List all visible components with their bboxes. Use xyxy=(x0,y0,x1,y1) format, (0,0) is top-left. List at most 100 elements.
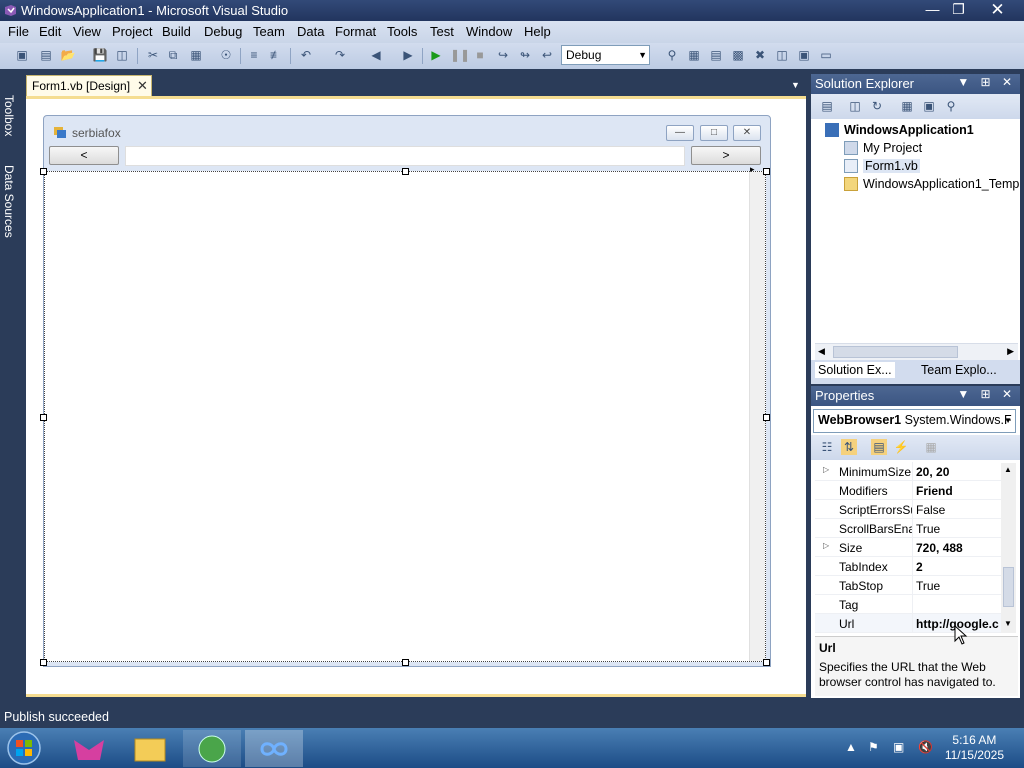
tree-item-project[interactable]: WindowsApplication1 xyxy=(844,123,974,137)
uncomment-icon[interactable]: ≢ xyxy=(268,47,284,63)
property-row[interactable]: ▷ Size 720, 488 xyxy=(815,538,1001,557)
resize-handle[interactable] xyxy=(763,414,770,421)
flag-icon[interactable]: ⚑ xyxy=(868,740,879,754)
properties-icon[interactable]: ▤ xyxy=(708,47,724,63)
object-selector-dropdown[interactable]: WebBrowser1 System.Windows.F ▼ xyxy=(813,409,1016,433)
menu-test[interactable]: Test xyxy=(430,24,454,39)
start-button[interactable] xyxy=(4,730,48,766)
paste-icon[interactable]: ▦ xyxy=(188,47,204,63)
forward-button[interactable]: > xyxy=(691,146,761,165)
navigate-back-icon[interactable]: ◀ xyxy=(368,47,384,63)
property-pages-icon[interactable]: ▦ xyxy=(923,439,939,455)
categorized-icon[interactable]: ☷ xyxy=(819,439,835,455)
tree-item-form1[interactable]: Form1.vb xyxy=(863,159,920,173)
class-diagram-icon[interactable]: ⚲ xyxy=(943,98,959,114)
save-icon[interactable]: 💾 xyxy=(92,47,108,63)
clock[interactable]: 5:16 AM 11/15/2025 xyxy=(945,733,1004,763)
taskbar-app-1[interactable] xyxy=(60,730,118,767)
property-value[interactable]: 2 xyxy=(916,560,1000,574)
resize-handle[interactable] xyxy=(402,659,409,666)
taskbar-app-explorer[interactable] xyxy=(121,730,179,767)
find-in-files-icon[interactable]: ⚲ xyxy=(664,47,680,63)
menu-view[interactable]: View xyxy=(73,24,101,39)
tab-form1-design[interactable]: Form1.vb [Design] ✕ xyxy=(26,75,152,96)
close-button[interactable]: ✕ xyxy=(985,0,1010,19)
class-view-icon[interactable]: ◫ xyxy=(774,47,790,63)
property-value[interactable]: True xyxy=(916,579,1000,593)
refresh-icon[interactable]: ↻ xyxy=(869,98,885,114)
solution-explorer-horizontal-scrollbar[interactable]: ◀ ▶ xyxy=(815,343,1018,360)
show-all-files-icon[interactable]: ◫ xyxy=(847,98,863,114)
start-page-icon[interactable]: ▣ xyxy=(796,47,812,63)
smart-tag-icon[interactable]: ▸ xyxy=(750,164,755,175)
property-row[interactable]: ScrollBarsEnal True xyxy=(815,519,1001,538)
view-designer-icon[interactable]: ▣ xyxy=(921,98,937,114)
volume-muted-icon[interactable]: 🔇 xyxy=(918,740,933,754)
menu-data[interactable]: Data xyxy=(297,24,324,39)
step-over-icon[interactable]: ↬ xyxy=(517,47,533,63)
alphabetical-icon[interactable]: ⇅ xyxy=(841,439,857,455)
menu-edit[interactable]: Edit xyxy=(39,24,61,39)
taskbar-app-browser[interactable] xyxy=(183,730,241,767)
step-out-icon[interactable]: ↩ xyxy=(539,47,555,63)
navigate-forward-icon[interactable]: ▶ xyxy=(400,47,416,63)
pane-buttons[interactable]: ▼ ⊞ ✕ xyxy=(957,387,1016,401)
property-row[interactable]: Tag xyxy=(815,595,1001,614)
undo-icon[interactable]: ↶ xyxy=(298,47,314,63)
property-row-selected[interactable]: Url http://google.c xyxy=(815,614,1001,633)
tree-item-my-project[interactable]: My Project xyxy=(863,141,922,155)
back-button[interactable]: < xyxy=(49,146,119,165)
url-textbox[interactable] xyxy=(125,146,685,166)
property-value[interactable]: False xyxy=(916,503,1000,517)
resize-handle[interactable] xyxy=(402,168,409,175)
start-debugging-icon[interactable]: ▶ xyxy=(428,47,444,63)
scrollbar-thumb[interactable] xyxy=(833,346,958,358)
property-row[interactable]: ▷ MinimumSize 20, 20 xyxy=(815,462,1001,481)
menu-format[interactable]: Format xyxy=(335,24,376,39)
menu-tools[interactable]: Tools xyxy=(387,24,417,39)
minimize-button[interactable]: — xyxy=(920,0,945,19)
object-browser-icon[interactable]: ▩ xyxy=(730,47,746,63)
pane-buttons[interactable]: ▼ ⊞ ✕ xyxy=(957,75,1016,89)
scroll-down-icon[interactable]: ▼ xyxy=(1004,619,1012,628)
property-row[interactable]: TabIndex 2 xyxy=(815,557,1001,576)
webbrowser-control[interactable] xyxy=(44,171,766,662)
resize-handle[interactable] xyxy=(40,659,47,666)
properties-vertical-scrollbar[interactable]: ▲ ▼ xyxy=(1001,463,1016,633)
redo-icon[interactable]: ↷ xyxy=(332,47,348,63)
property-value[interactable]: True xyxy=(916,522,1000,536)
save-all-icon[interactable]: ◫ xyxy=(114,47,130,63)
resize-handle[interactable] xyxy=(763,659,770,666)
scroll-up-icon[interactable]: ▲ xyxy=(1004,465,1012,474)
document-list-dropdown-icon[interactable]: ▼ xyxy=(791,80,800,90)
expand-icon[interactable]: ▷ xyxy=(823,541,829,550)
taskbar-app-visual-studio[interactable] xyxy=(245,730,303,767)
menu-help[interactable]: Help xyxy=(524,24,551,39)
properties-icon[interactable]: ▤ xyxy=(819,98,835,114)
step-into-icon[interactable]: ↪ xyxy=(495,47,511,63)
cut-icon[interactable]: ✂ xyxy=(145,47,161,63)
find-icon[interactable]: ☉ xyxy=(218,47,234,63)
data-sources-tab[interactable]: Data Sources xyxy=(2,165,16,238)
property-row[interactable]: Modifiers Friend xyxy=(815,481,1001,500)
solution-configuration-dropdown[interactable]: Debug ▼ xyxy=(561,45,650,65)
network-icon[interactable]: ▣ xyxy=(893,740,904,754)
pause-icon[interactable]: ❚❚ xyxy=(450,47,470,63)
toolbox-tab[interactable]: Toolbox xyxy=(2,95,16,136)
menu-file[interactable]: File xyxy=(8,24,29,39)
show-hidden-icons-icon[interactable]: ▲ xyxy=(845,740,857,754)
resize-handle[interactable] xyxy=(40,414,47,421)
menu-build[interactable]: Build xyxy=(162,24,191,39)
copy-icon[interactable]: ⧉ xyxy=(165,47,181,63)
property-value[interactable]: Friend xyxy=(916,484,1000,498)
menu-debug[interactable]: Debug xyxy=(204,24,242,39)
close-tab-icon[interactable]: ✕ xyxy=(137,78,148,94)
properties-view-icon[interactable]: ▤ xyxy=(871,439,887,455)
comment-icon[interactable]: ≡ xyxy=(246,47,262,63)
property-value[interactable]: 20, 20 xyxy=(916,465,1000,479)
scrollbar-thumb[interactable] xyxy=(1003,567,1014,607)
window-options-icon[interactable]: ▭ xyxy=(818,47,834,63)
scroll-left-icon[interactable]: ◀ xyxy=(818,346,825,357)
scroll-right-icon[interactable]: ▶ xyxy=(1007,346,1014,357)
menu-project[interactable]: Project xyxy=(112,24,152,39)
